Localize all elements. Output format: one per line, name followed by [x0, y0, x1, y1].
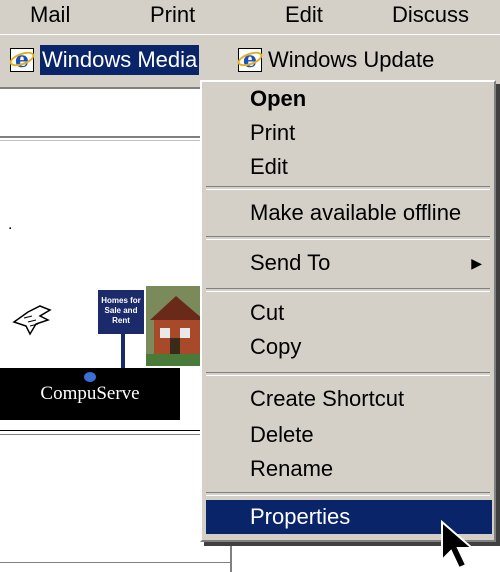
compuserve-logo-text: CompuServe: [40, 383, 140, 404]
menu-item-make-available-offline[interactable]: Make available offline: [206, 196, 492, 230]
link-label: Windows Update: [268, 47, 435, 72]
menu-separator: [206, 236, 490, 240]
submenu-arrow-icon: ▶: [471, 255, 482, 271]
menu-item-edit[interactable]: Edit: [206, 150, 492, 184]
menu-item-cut[interactable]: Cut: [206, 296, 492, 330]
menu-item-label: Send To: [250, 250, 331, 275]
menu-item-delete[interactable]: Delete: [206, 418, 492, 452]
menu-item-print[interactable]: Print: [206, 116, 492, 150]
menu-item-send-to[interactable]: Send To ▶: [206, 246, 492, 280]
menu-item-label: Create Shortcut: [250, 386, 405, 411]
menu-separator: [206, 186, 490, 190]
link-label: Windows Media: [40, 45, 200, 75]
menu-item-label: Print: [250, 120, 296, 145]
mail-button[interactable]: Mail: [30, 2, 70, 28]
context-menu: Open Print Edit Make available offline S…: [200, 80, 496, 542]
menu-item-label: Copy: [250, 334, 302, 359]
link-windows-media[interactable]: e Windows Media: [7, 45, 200, 75]
standard-toolbar: Mail Print Edit Discuss: [0, 0, 500, 34]
sign-text: Homes for Sale and Rent: [101, 296, 141, 325]
page-text-fragment: .: [8, 216, 13, 233]
menu-item-create-shortcut[interactable]: Create Shortcut: [206, 382, 492, 416]
frame-border: [0, 434, 232, 435]
mouse-pointer-icon: [441, 520, 475, 570]
internet-explorer-icon: e: [7, 48, 37, 72]
menu-item-label: Open: [250, 86, 307, 111]
menu-item-label: Edit: [250, 154, 288, 179]
compuserve-globe-icon: [84, 372, 96, 382]
bird-icon: [12, 305, 52, 336]
menu-item-label: Make available offline: [250, 200, 462, 225]
frame-border: [0, 562, 232, 563]
frame-divider: [0, 140, 215, 141]
edit-button[interactable]: Edit: [285, 2, 323, 28]
homes-for-sale-sign[interactable]: Homes for Sale and Rent: [98, 290, 144, 334]
menu-item-rename[interactable]: Rename: [206, 452, 492, 486]
frame-border: [0, 430, 232, 431]
menu-item-label: Cut: [250, 300, 285, 325]
frame-divider: [0, 136, 215, 138]
discuss-button[interactable]: Discuss: [392, 2, 469, 28]
sign-post: [121, 334, 125, 368]
menu-separator: [206, 372, 490, 376]
compuserve-logo[interactable]: CompuServe: [0, 368, 180, 420]
menu-item-label: Delete: [250, 422, 314, 447]
menu-item-label: Properties: [250, 504, 351, 529]
print-button[interactable]: Print: [150, 2, 195, 28]
menu-item-open[interactable]: Open: [206, 82, 492, 116]
internet-explorer-icon: e: [235, 48, 265, 72]
link-windows-update[interactable]: e Windows Update: [235, 45, 435, 75]
menu-item-label: Rename: [250, 456, 334, 481]
menu-item-copy[interactable]: Copy: [206, 330, 492, 364]
menu-separator: [206, 492, 490, 496]
menu-separator: [206, 288, 490, 292]
house-image[interactable]: [146, 286, 204, 366]
